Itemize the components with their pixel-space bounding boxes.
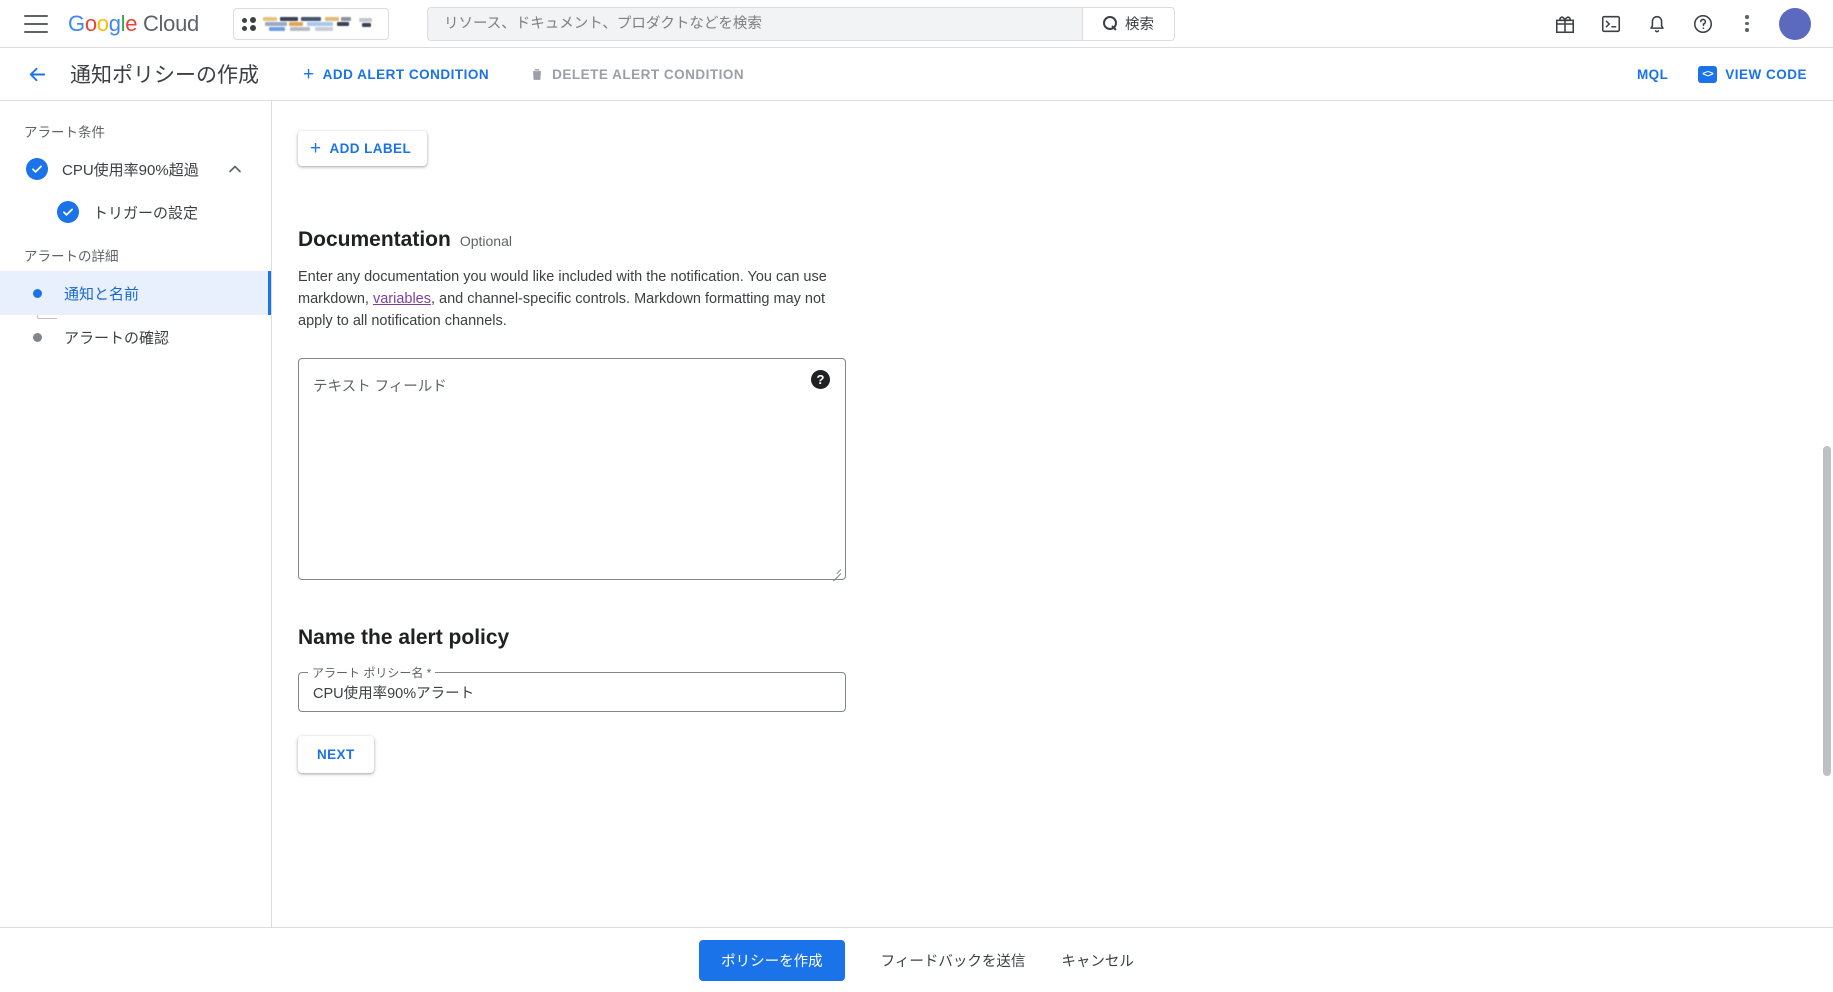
sidebar-item-cpu-condition[interactable]: CPU使用率90%超過 (0, 147, 271, 191)
logo-letter-o1: o (84, 10, 97, 36)
documentation-description: Enter any documentation you would like i… (298, 266, 850, 332)
trash-icon (529, 66, 544, 83)
check-circle-icon (26, 158, 48, 180)
documentation-heading: Documentation Optional (298, 228, 1833, 252)
logo-letter-e: e (125, 10, 138, 36)
view-code-button[interactable]: <> VIEW CODE (1698, 60, 1807, 89)
page-footer: ポリシーを作成 フィードバックを送信 キャンセル (0, 927, 1833, 992)
send-feedback-button[interactable]: フィードバックを送信 (881, 950, 1026, 971)
cancel-button[interactable]: キャンセル (1061, 950, 1134, 971)
content-scrollbar[interactable] (1823, 101, 1832, 927)
more-options-icon[interactable] (1737, 14, 1757, 34)
page-body: アラート条件 CPU使用率90%超過 トリガーの設定 アラートの詳細 通知と名前… (0, 101, 1833, 927)
code-icon: <> (1698, 65, 1718, 83)
chevron-up-icon[interactable] (225, 159, 245, 179)
sidebar-item-label: CPU使用率90%超過 (62, 161, 199, 179)
variables-link[interactable]: variables (373, 291, 431, 307)
documentation-title: Documentation (298, 228, 451, 251)
help-icon[interactable] (1691, 12, 1715, 36)
project-icon (241, 16, 256, 31)
optional-tag: Optional (459, 233, 512, 249)
top-app-bar: Google Cloud 検索 (0, 0, 1833, 48)
name-policy-heading: Name the alert policy (298, 626, 1833, 650)
mql-button[interactable]: MQL (1637, 67, 1668, 82)
alert-policy-name-value: CPU使用率90%アラート (313, 685, 475, 702)
check-circle-icon (57, 201, 79, 223)
view-code-label: VIEW CODE (1725, 66, 1807, 82)
google-cloud-logo[interactable]: Google Cloud (68, 11, 199, 37)
documentation-textarea-wrapper: ? (298, 358, 846, 582)
logo-word-cloud: Cloud (142, 10, 199, 36)
page-title: 通知ポリシーの作成 (70, 64, 259, 87)
sidebar-section-alert-details: アラートの詳細 (24, 249, 119, 264)
delete-alert-condition-label: DELETE ALERT CONDITION (552, 66, 745, 82)
page-toolbar: 通知ポリシーの作成 + ADD ALERT CONDITION DELETE A… (0, 48, 1833, 101)
bullet-icon (33, 332, 42, 342)
gift-icon[interactable] (1553, 12, 1577, 36)
add-alert-condition-label: ADD ALERT CONDITION (322, 66, 490, 82)
search-button[interactable]: 検索 (1081, 7, 1174, 40)
search-input[interactable] (427, 7, 1082, 40)
sidebar-item-label: アラートの確認 (64, 329, 170, 347)
global-search[interactable]: 検索 (426, 6, 1175, 41)
back-button[interactable] (18, 55, 56, 93)
project-selector[interactable] (232, 7, 389, 40)
scrollbar-thumb[interactable] (1823, 446, 1831, 776)
wizard-sidebar: アラート条件 CPU使用率90%超過 トリガーの設定 アラートの詳細 通知と名前… (0, 101, 272, 927)
search-icon (1102, 16, 1118, 31)
cloud-shell-icon[interactable] (1599, 12, 1623, 36)
sidebar-item-label: トリガーの設定 (93, 204, 199, 222)
documentation-textarea[interactable] (298, 358, 846, 580)
delete-alert-condition-button: DELETE ALERT CONDITION (521, 60, 752, 89)
bullet-icon (33, 288, 42, 298)
next-button[interactable]: NEXT (298, 736, 374, 773)
create-policy-button[interactable]: ポリシーを作成 (699, 939, 845, 981)
logo-letter-g: G (68, 10, 85, 36)
name-policy-title: Name the alert policy (298, 626, 510, 649)
alert-policy-name-field-wrapper: アラート ポリシー名 * CPU使用率90%アラート (298, 664, 846, 712)
help-icon[interactable]: ? (811, 370, 830, 389)
plus-icon: + (303, 63, 315, 85)
alert-policy-name-label: アラート ポリシー名 * (308, 664, 436, 681)
add-alert-condition-button[interactable]: + ADD ALERT CONDITION (295, 59, 497, 90)
add-label-button[interactable]: + ADD LABEL (298, 131, 428, 166)
main-content: + ADD LABEL Documentation Optional Enter… (272, 101, 1833, 927)
navigation-menu-icon[interactable] (24, 14, 48, 33)
notifications-icon[interactable] (1645, 12, 1669, 36)
search-button-label: 検索 (1124, 17, 1154, 33)
sidebar-item-notifications-and-name[interactable]: 通知と名前 (0, 271, 271, 315)
logo-letter-o2: o (96, 10, 109, 36)
sidebar-item-label: 通知と名前 (64, 285, 140, 303)
avatar[interactable] (1779, 7, 1811, 40)
project-name-redacted (262, 16, 380, 32)
sidebar-section-alert-condition: アラート条件 (24, 125, 105, 140)
plus-icon: + (310, 138, 322, 159)
sidebar-item-review-alert[interactable]: アラートの確認 (0, 315, 271, 359)
top-bar-actions (1553, 7, 1833, 40)
sidebar-item-trigger-settings[interactable]: トリガーの設定 (0, 191, 271, 233)
logo-letter-g2: g (108, 10, 121, 36)
add-label-text: ADD LABEL (329, 141, 412, 156)
